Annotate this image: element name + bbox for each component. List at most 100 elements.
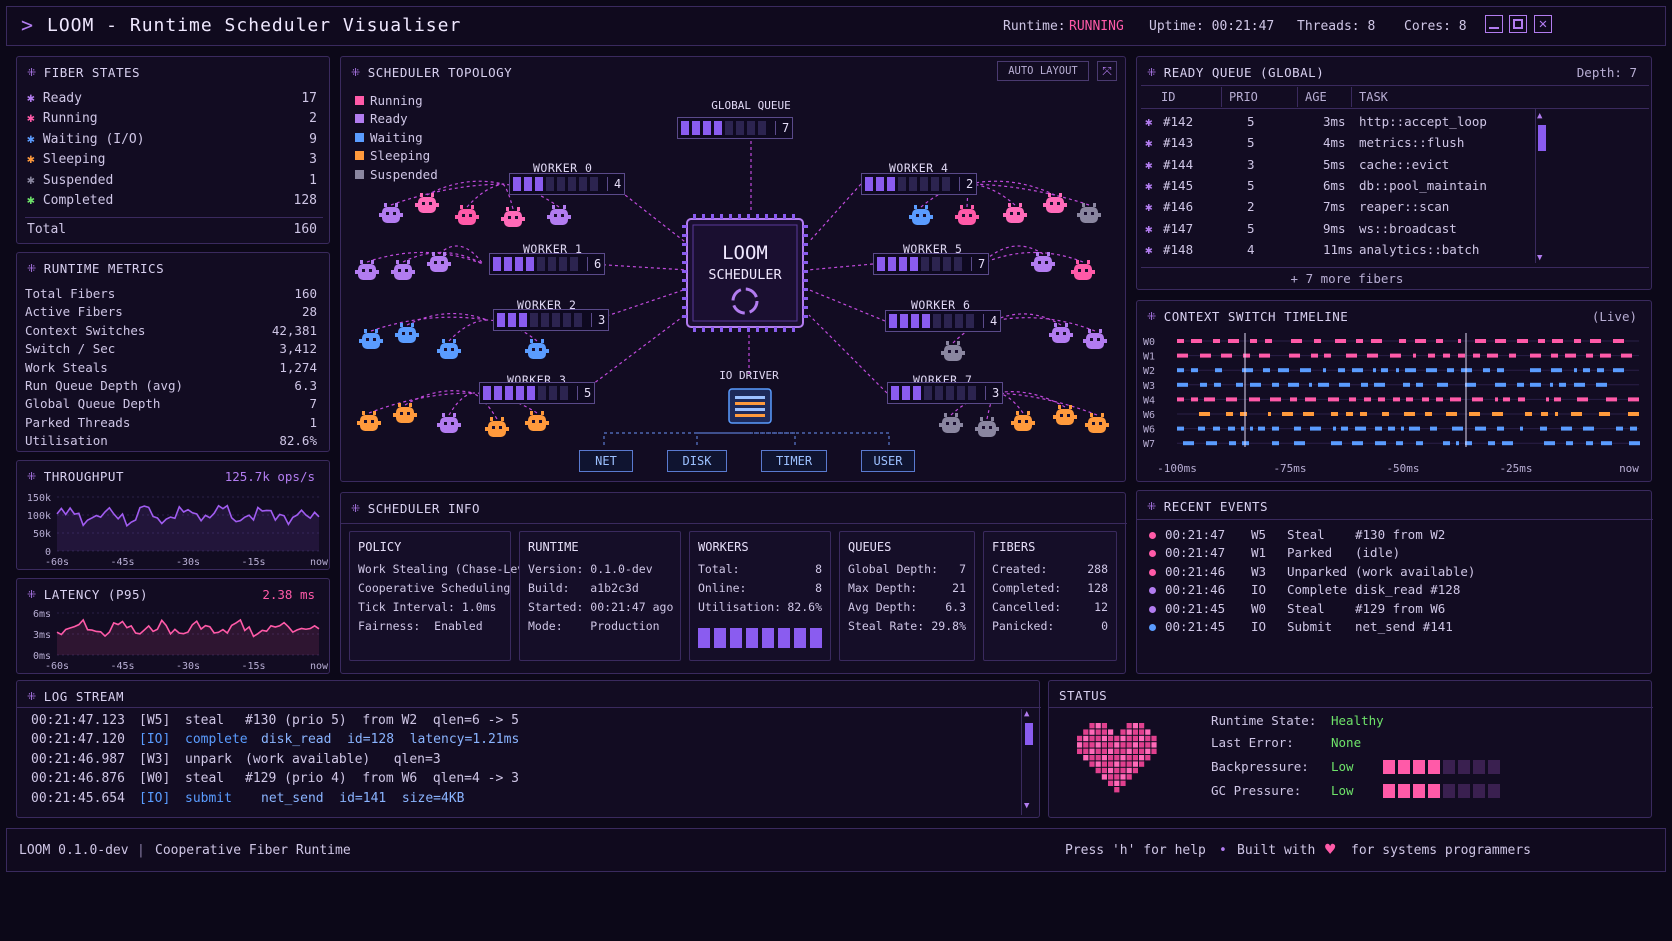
fiber-bug-icon[interactable] [525,339,549,359]
column-header[interactable]: TASK [1359,90,1388,104]
fiber-bug-icon[interactable] [1077,203,1101,223]
column-header[interactable]: ID [1161,90,1175,104]
global-queue-bar[interactable]: 7 [677,117,794,139]
heart-pixel [1077,748,1083,754]
fiber-bug-icon[interactable] [415,193,439,213]
more-fibers[interactable]: + 7 more fibers [1137,271,1557,286]
fiber-bug-icon[interactable] [1003,203,1027,223]
event-row[interactable]: 00:21:47 W5 Steal #130 from W2 [1137,527,1653,545]
fiber-bug-icon[interactable] [1031,252,1055,272]
chip-pin [711,214,714,219]
scroll-up-icon[interactable]: ▲ [1537,111,1542,121]
column-header[interactable]: PRIO [1229,90,1258,104]
x-tick-label: -50ms [1386,462,1419,475]
switch-mark [1214,382,1221,387]
table-row[interactable]: ✱ #145 5 6ms db::pool_maintain [1137,177,1533,197]
minimize-button[interactable] [1485,15,1503,33]
heart-pixel [1145,742,1151,748]
fiber-state-row[interactable]: ✱ Completed 128 [27,193,317,208]
fiber-bug-icon[interactable] [437,339,461,359]
scroll-down-icon[interactable]: ▼ [1537,253,1542,263]
fiber-state-row[interactable]: ✱ Waiting (I/O) 9 [27,132,317,147]
io-target-button[interactable]: TIMER [761,450,827,472]
maximize-button[interactable] [1509,15,1527,33]
scroll-thumb[interactable] [1025,723,1033,745]
fiber-bug-icon[interactable] [941,341,965,361]
worker-queue-bar[interactable]: 5 [479,382,596,404]
fiber-bug-icon[interactable] [547,205,571,225]
io-target-button[interactable]: NET [579,450,633,472]
chip-pin [783,214,786,219]
ready-queue-panel: ⁜ READY QUEUE (GLOBAL) Depth: 7 ID PRIO AGE… [1136,56,1652,290]
fiber-bug-icon[interactable] [501,207,525,227]
fiber-state-row[interactable]: ✱ Running 2 [27,111,317,126]
heart-pixel [1108,767,1114,774]
fiber-bug-icon[interactable] [939,413,963,433]
fiber-bug-icon[interactable] [1043,193,1067,213]
io-driver-icon[interactable] [728,388,772,424]
bug-icon: ✱ [27,193,35,208]
event-row[interactable]: 00:21:46 IO Complete disk_read #128 [1137,582,1653,600]
fiber-bug-icon[interactable] [437,413,461,433]
event-row[interactable]: 00:21:47 W1 Parked (idle) [1137,545,1653,563]
fiber-state-row[interactable]: ✱ Sleeping 3 [27,152,317,167]
scroll-thumb[interactable] [1538,125,1546,151]
worker-queue-bar[interactable]: 4 [509,173,626,195]
fiber-state-row[interactable]: ✱ Ready 17 [27,91,317,106]
io-target-button[interactable]: DISK [667,450,727,472]
fiber-bug-icon[interactable] [359,329,383,349]
table-row[interactable]: ✱ #142 5 3ms http::accept_loop [1137,113,1533,133]
fiber-bug-icon[interactable] [1049,323,1073,343]
event-row[interactable]: 00:21:45 W0 Steal #129 from W6 [1137,601,1653,619]
fiber-bug-icon[interactable] [1011,411,1035,431]
fiber-bug-icon[interactable] [357,411,381,431]
fiber-bug-icon[interactable] [455,205,479,225]
fiber-bug-icon[interactable] [391,260,415,280]
fiber-bug-icon[interactable] [427,252,451,272]
table-row[interactable]: ✱ #143 5 4ms metrics::flush [1137,134,1533,154]
fiber-bug-icon[interactable] [379,203,403,223]
fiber-bug-icon[interactable] [1085,413,1109,433]
grid-icon: ⁜ [27,66,37,79]
switch-mark [1503,397,1510,402]
worker-queue-bar[interactable]: 3 [493,309,610,331]
table-row[interactable]: ✱ #144 3 5ms cache::evict [1137,156,1533,176]
worker-queue-bar[interactable]: 2 [861,173,978,195]
event-row[interactable]: 00:21:45 IO Submit net_send #141 [1137,619,1653,637]
table-row[interactable]: ✱ #147 5 9ms ws::broadcast [1137,220,1533,240]
scroll-down-icon[interactable]: ▼ [1024,801,1029,811]
fiber-bug-icon[interactable] [355,260,379,280]
close-button[interactable]: ✕ [1534,15,1552,33]
io-target-button[interactable]: USER [861,450,915,472]
fiber-bug-icon[interactable] [1071,260,1095,280]
queue-slot [483,386,491,400]
switch-mark [1258,426,1265,431]
switch-mark [1199,412,1210,416]
fiber-bug-icon[interactable] [1053,405,1077,425]
fiber-bug-icon[interactable] [955,205,979,225]
switch-mark [1475,426,1486,431]
fiber-bug-icon[interactable] [975,417,999,437]
fiber-bug-icon[interactable] [393,403,417,423]
scroll-up-icon[interactable]: ▲ [1024,709,1029,719]
worker-queue-bar[interactable]: 4 [885,310,1002,332]
worker-queue-bar[interactable]: 6 [489,253,606,275]
chip-pin [682,243,687,246]
footer-help[interactable]: Press 'h' for help [1065,843,1206,858]
fiber-bug-icon[interactable] [485,417,509,437]
fiber-bug-icon[interactable] [909,205,933,225]
event-row[interactable]: 00:21:46 W3 Unparked (work available) [1137,564,1653,582]
fiber-bug-icon[interactable] [395,323,419,343]
queue-slot [537,257,545,271]
column-header[interactable]: AGE [1305,90,1327,104]
worker-queue-bar[interactable]: 7 [873,253,990,275]
table-row[interactable]: ✱ #148 4 11ms analytics::batch [1137,241,1533,261]
worker-queue-bar[interactable]: 3 [887,382,1004,404]
fiber-state-row[interactable]: ✱ Suspended 1 [27,173,317,188]
divider [25,217,323,218]
heart-pixel [1095,729,1101,735]
x-tick-label: -75ms [1273,462,1306,475]
table-row[interactable]: ✱ #146 2 7ms reaper::scan [1137,198,1533,218]
fiber-bug-icon[interactable] [525,411,549,431]
fiber-bug-icon[interactable] [1083,329,1107,349]
